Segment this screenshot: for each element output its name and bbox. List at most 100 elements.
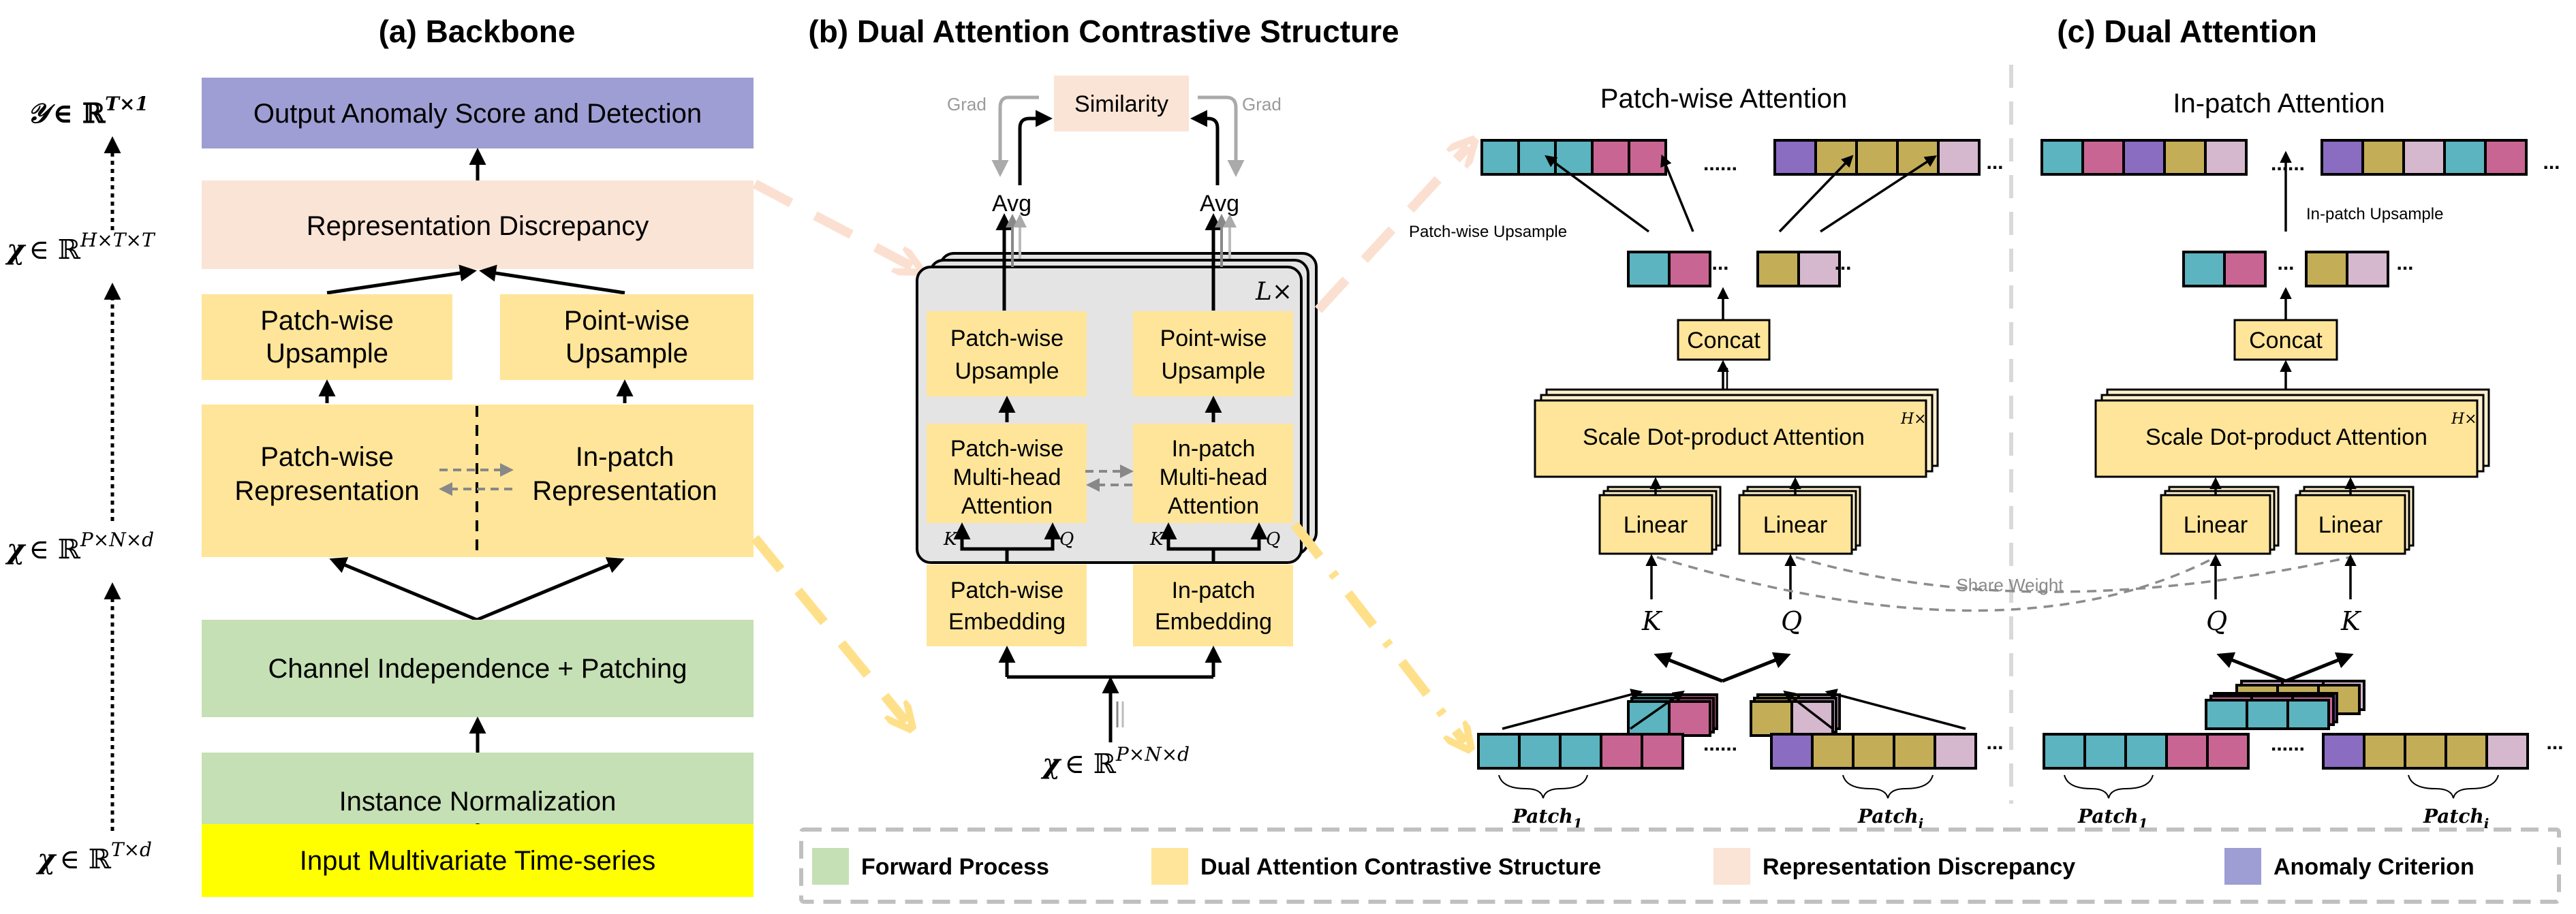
token-row-mid [1627,251,1841,287]
token-cell-olive [2361,139,2405,176]
inpatch-linear-q-label: Linear [2184,512,2248,538]
token-cell-mauve [2485,733,2529,770]
token-cell-olive [2305,251,2348,287]
token-cell-pink [1668,700,1711,737]
legend: Forward Process Dual Attention Contrastiv… [799,828,2561,904]
token-cell-pink [2223,251,2267,287]
b-q-label-left: Q [1059,529,1074,550]
similarity-label: Similarity [1074,91,1168,117]
ellipsis: ... [1711,252,1728,274]
token-cell-teal [2443,139,2487,176]
token-cell-olive [1750,700,1793,737]
b-input-dim: χ ∈ ℝP×N×d [1040,743,1190,780]
svg-text:χ∈ ℝH×T×T: χ ∈ ℝH×T×T [5,229,156,266]
token-cell-pink [2484,139,2528,176]
token-cell-purple [2322,733,2365,770]
inpatch-concat-label: Concat [2249,328,2323,353]
b-patch-mha-l1: Patch-wise [950,436,1064,462]
svg-text:χ∈ ℝT×d: χ ∈ ℝT×d [35,838,152,875]
token-cell-olive [2363,733,2406,770]
token-cell-purple [2321,139,2364,176]
b-inpatch-mha-l1: In-patch [1172,436,1256,462]
legend-swatch [1151,848,1188,885]
b-patch-emb-l1: Patch-wise [950,578,1064,603]
token-cell-pink [1591,139,1630,176]
b-patch-mha-l2: Multi-head [953,464,1061,490]
avg-right: Avg [1200,191,1239,217]
grad-label-right: Grad [1242,94,1282,114]
connector-attention-to-patches [1290,521,1465,742]
patch-upsample-l1: Patch-wise [260,306,394,336]
b-patch-emb-l2: Embedding [948,609,1066,635]
ellipsis: ...... [2271,733,2305,755]
ellipsis: ... [1986,151,2003,174]
token-cell-purple [2122,139,2166,176]
patch-repr-l1: Patch-wise [260,442,394,472]
token-cell-olive [2163,139,2207,176]
b-point-upsample-l2: Upsample [1161,358,1265,384]
token-cell-teal [1477,733,1521,770]
patchwise-k-label: K [1641,606,1663,636]
output-box-label: Output Anomaly Score and Detection [253,99,702,129]
patchwise-linear-q-label: Linear [1763,512,1828,538]
token-cell-teal [1480,139,1520,176]
heads-label: H× [1900,411,1927,428]
patchwise-linear-k-label: Linear [1624,512,1688,538]
channel-patching-label: Channel Independence + Patching [268,654,687,684]
patchwise-q-label: Q [1781,606,1802,636]
ellipsis: ... [2543,151,2560,174]
token-cell-olive [2445,733,2488,770]
token-cell-mauve [1797,251,1841,287]
token-cell-teal [2040,139,2084,176]
token-cell-teal [2124,733,2168,770]
point-upsample-l2: Upsample [565,338,688,368]
brace-patch-i [1842,774,1934,799]
b-k-label-right: K [1149,529,1164,550]
legend-label: Anomaly Criterion [2274,854,2474,880]
b-k-label-left: K [943,529,958,550]
token-cell-pink [1600,733,1643,770]
embed-to-q-arrow [2216,652,2286,683]
token-cell-teal [2286,699,2330,730]
upsample-arrow [1660,154,1694,232]
instance-norm-label: Instance Normalization [339,787,617,817]
input-label: Input Multivariate Time-series [300,846,655,876]
panel-c-title: (c) Dual Attention [2057,14,2317,49]
b-patch-upsample-l1: Patch-wise [950,326,1064,351]
token-cell-olive [1855,139,1899,176]
token-row-top-right [1773,139,1981,176]
connector-discrepancy-to-structure [752,179,913,267]
ellipsis: ... [1986,731,2003,754]
legend-label: Dual Attention Contrastive Structure [1200,854,1601,880]
patchwise-concat-label: Concat [1687,328,1760,353]
arrow-converge-right [479,264,625,295]
b-patch-mha-l3: Attention [961,493,1053,519]
token-cell-olive [2404,733,2447,770]
token-cell-mauve [1790,700,1834,737]
token-row-top-left [1480,139,1667,176]
legend-label: Representation Discrepancy [1763,854,2075,880]
panel-a-title: (a) Backbone [379,14,576,49]
grad-label-left: Grad [947,94,987,114]
ellipsis: ... [2546,731,2563,754]
svg-text:χ∈ ℝP×N×d: χ ∈ ℝP×N×d [5,529,154,565]
inpatch-embedded-tokens [2205,680,2365,730]
patchwise-attention: Patch-wise Attention ...... ... Patch-wi… [1409,84,2004,832]
share-weight-curve [1656,556,2216,612]
token-cell-pink [2081,139,2125,176]
b-inpatch-emb-l2: Embedding [1155,609,1272,635]
panel-contrastive-structure: (b) Dual Attention Contrastive Structure… [808,14,1399,780]
token-cell-teal [2083,733,2127,770]
b-inpatch-mha-l2: Multi-head [1160,464,1268,490]
token-cell-teal [2205,699,2248,730]
b-patch-upsample-l2: Upsample [955,358,1059,384]
token-cell-teal [2246,699,2289,730]
b-q-label-right: Q [1266,529,1280,550]
ellipsis: ...... [2271,153,2305,175]
inpatch-k-label: K [2340,606,2362,636]
inpatch-attention: In-patch Attention ...... ... In-patch U… [2040,89,2564,832]
ellipsis: ... [2396,252,2413,274]
patch-arrow [1502,689,1643,730]
token-cell-olive [1893,733,1936,770]
legend-label: Forward Process [861,854,1049,880]
